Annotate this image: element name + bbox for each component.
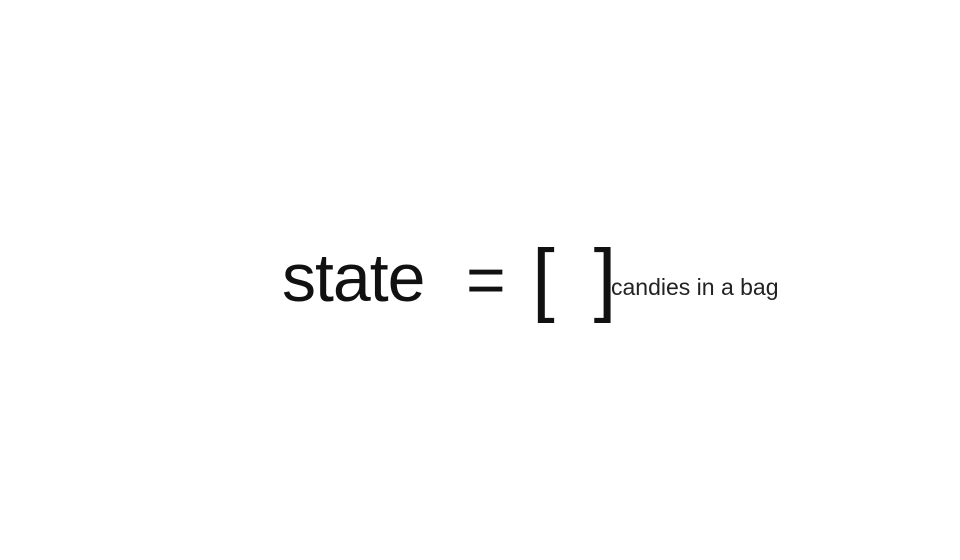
caption-text: candies in a bag: [611, 274, 779, 300]
state-term: state: [282, 240, 425, 316]
slide: state = [ ] candies in a bag: [0, 0, 960, 560]
equals-sign: =: [466, 242, 506, 318]
